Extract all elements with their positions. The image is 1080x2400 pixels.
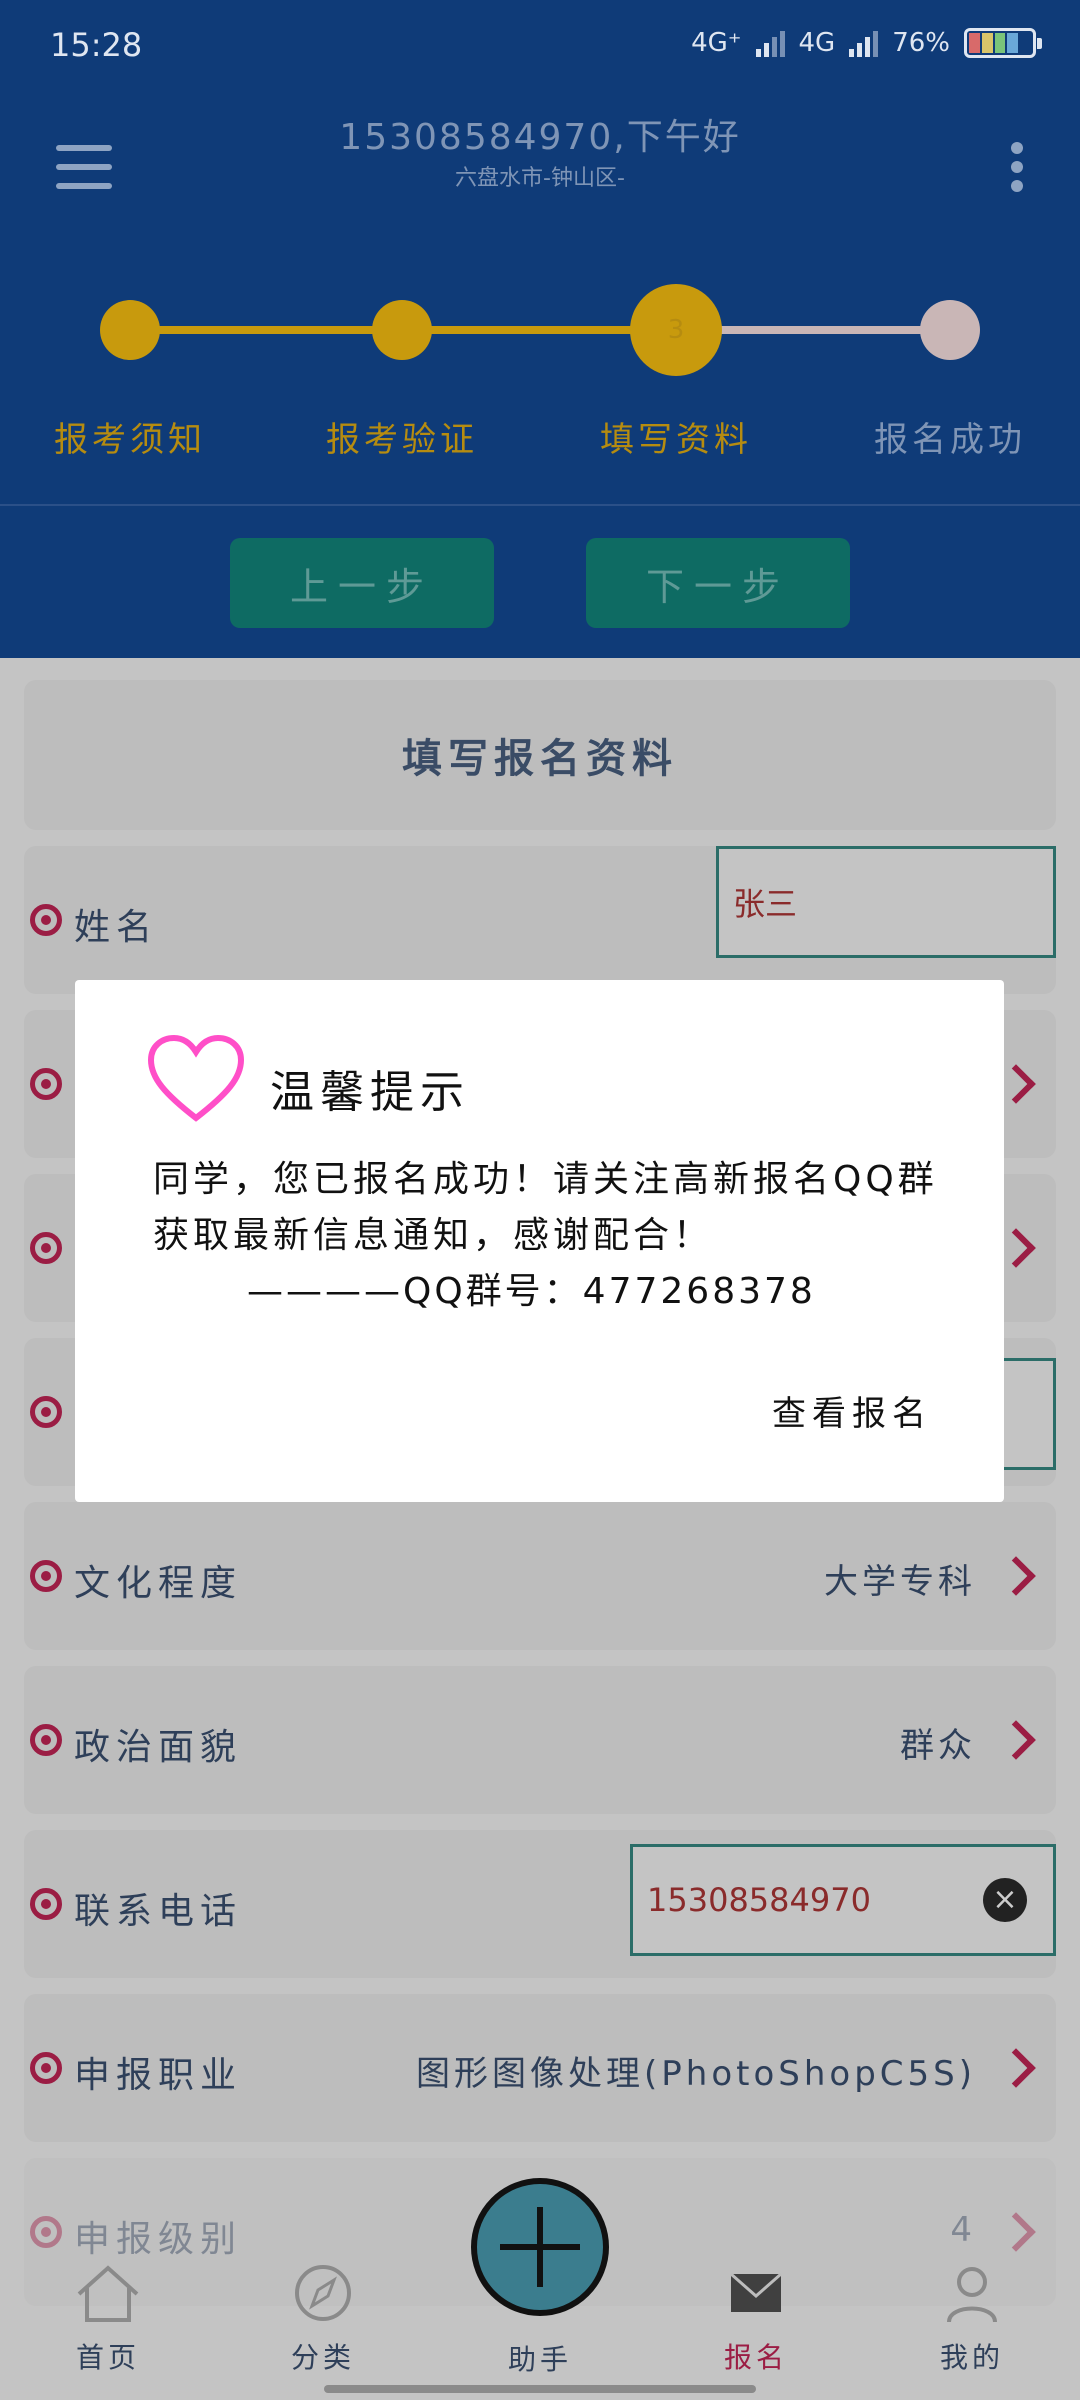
heart-icon	[147, 1034, 245, 1122]
dialog-message: 同学，您已报名成功！请关注高新报名QQ群获取最新信息通知，感谢配合！	[153, 1159, 938, 1256]
view-registration-button[interactable]: 查看报名	[772, 1386, 932, 1435]
tips-dialog: 温馨提示 同学，您已报名成功！请关注高新报名QQ群获取最新信息通知，感谢配合！ …	[75, 980, 1004, 1502]
dialog-title: 温馨提示	[270, 1067, 470, 1118]
dialog-qq-number: ————QQ群号：477268378	[247, 1271, 816, 1312]
